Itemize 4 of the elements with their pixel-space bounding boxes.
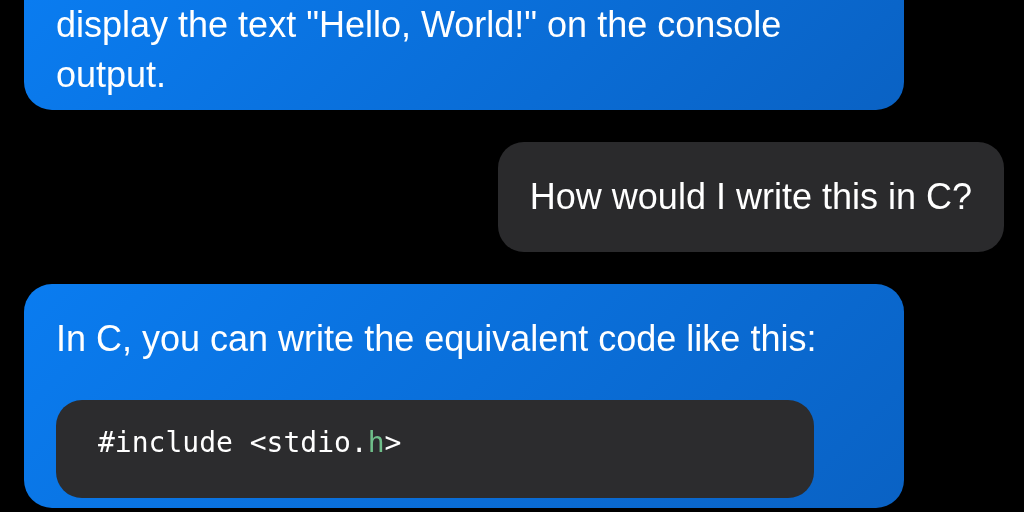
- message-text: How would I write this in C?: [529, 175, 972, 219]
- message-text: In C, you can write the equivalent code like this:: [56, 317, 818, 361]
- message-text: display the text "Hello, World!" on the console output.: [56, 3, 783, 97]
- code-line: #include <stdio.h>: [98, 428, 403, 458]
